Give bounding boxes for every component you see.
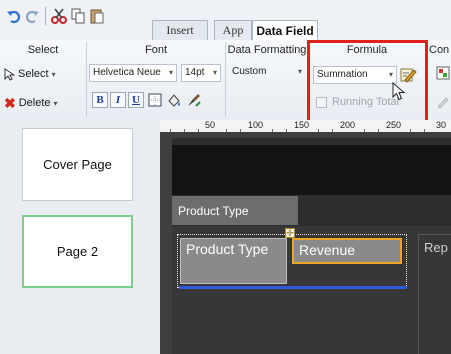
font-size-select[interactable]: 14pt ▾ xyxy=(181,64,221,82)
data-format-select[interactable]: Custom ▾ xyxy=(229,64,305,82)
ruler-label: 100 xyxy=(248,120,264,130)
tab-app[interactable]: App xyxy=(214,20,252,40)
format-painter-icon[interactable] xyxy=(186,92,202,108)
data-format-value: Custom xyxy=(232,66,267,77)
font-family-select[interactable]: Helvetica Neue ▾ xyxy=(89,64,177,82)
font-family-value: Helvetica Neue xyxy=(93,67,161,78)
chevron-down-icon: ▾ xyxy=(53,98,58,108)
mouse-pointer-icon xyxy=(392,81,406,102)
report-header-band xyxy=(172,145,451,195)
ruler-label: 30 xyxy=(436,120,447,130)
chevron-down-icon: ▾ xyxy=(212,68,217,77)
underline-button[interactable]: U xyxy=(128,92,144,108)
chevron-down-icon: ▾ xyxy=(297,67,302,76)
chevron-down-icon: ▾ xyxy=(168,68,173,77)
delete-label: Delete xyxy=(18,97,51,109)
tab-data-field[interactable]: Data Field xyxy=(252,20,318,41)
ruler-label: 250 xyxy=(386,120,402,130)
adjacent-report-label: Rep xyxy=(424,240,448,255)
conditional-edit-icon[interactable] xyxy=(436,95,450,109)
group-title-font: Font xyxy=(144,44,167,56)
redo-icon[interactable] xyxy=(24,8,40,24)
border-icon[interactable] xyxy=(147,92,163,108)
page-thumb-page-2[interactable]: Page 2 xyxy=(22,215,133,288)
select-button[interactable]: Select ▾ xyxy=(4,66,56,82)
chevron-down-icon: ▾ xyxy=(51,69,56,79)
bold-button[interactable]: B xyxy=(92,92,108,108)
selection-underline xyxy=(179,286,407,289)
cursor-icon xyxy=(4,67,15,81)
formula-highlight-box xyxy=(307,40,428,125)
font-size-value: 14pt xyxy=(185,67,205,78)
ruler-label: 50 xyxy=(205,120,216,130)
page-thumb-cover[interactable]: Cover Page xyxy=(22,128,133,201)
column-header-revenue[interactable]: Revenue xyxy=(292,238,402,264)
delete-x-icon: ✖ xyxy=(4,94,16,111)
undo-icon[interactable] xyxy=(6,8,22,24)
group-title-conditional: Con xyxy=(429,44,450,56)
column-header-product-type[interactable]: Product Type xyxy=(180,238,287,284)
scissors-icon[interactable] xyxy=(51,8,67,24)
group-title-data-formatting: Data Formatting xyxy=(227,44,307,56)
ruler-label: 200 xyxy=(340,120,356,130)
copy-icon[interactable] xyxy=(70,8,86,24)
group-title-select: Select xyxy=(27,44,59,56)
italic-button[interactable]: I xyxy=(110,92,126,108)
delete-button[interactable]: ✖ Delete ▾ xyxy=(4,95,58,111)
toolbar-separator xyxy=(45,7,46,25)
fill-color-icon[interactable] xyxy=(166,92,182,108)
tab-insert[interactable]: Insert xyxy=(152,20,208,40)
move-handle-icon[interactable]: ✛ xyxy=(285,228,295,238)
conditional-format-icon[interactable] xyxy=(436,66,450,80)
group-header-product-type[interactable]: Product Type xyxy=(172,196,298,225)
paste-icon[interactable] xyxy=(89,8,105,24)
select-label: Select xyxy=(18,68,49,80)
ruler-label: 150 xyxy=(294,120,310,130)
